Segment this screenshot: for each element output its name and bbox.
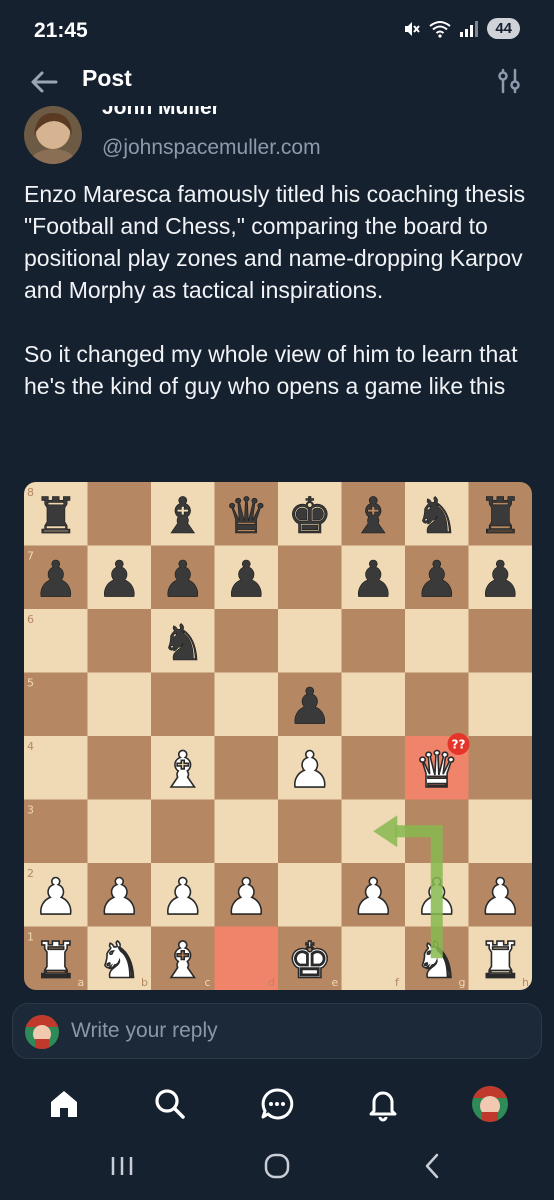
post-paragraph-2: So it changed my whole view of him to le… (24, 341, 518, 399)
status-bar: 21:45 44 (0, 0, 554, 60)
black-pawn-piece: ♟ (287, 677, 332, 735)
board-square-h4 (468, 736, 532, 800)
signal-icon (460, 20, 479, 37)
black-rook-piece: ♜ (33, 487, 78, 545)
bottom-tab-bar (0, 1072, 554, 1134)
black-knight-piece: ♞ (414, 487, 459, 545)
rank-label: 6 (27, 613, 34, 626)
status-icons: 44 (403, 18, 520, 39)
black-pawn-piece: ♟ (478, 550, 523, 608)
author-avatar[interactable] (24, 106, 82, 164)
board-square-h6 (468, 609, 532, 673)
author-handle[interactable]: @johnspacemuller.com (102, 136, 321, 160)
file-label: b (141, 976, 148, 989)
blunder-badge-text: ?? (452, 738, 466, 752)
board-square-e2 (278, 863, 342, 927)
black-bishop-piece: ♝ (351, 487, 396, 545)
status-time: 21:45 (34, 19, 88, 42)
board-square-d6 (214, 609, 278, 673)
black-bishop-piece: ♝ (160, 487, 205, 545)
reply-input[interactable]: Write your reply (12, 1003, 542, 1059)
author-name[interactable]: John Muller (102, 106, 220, 120)
user-avatar (25, 1015, 59, 1049)
white-bishop-piece: ♝ (160, 741, 205, 799)
board-square-b6 (87, 609, 151, 673)
arrow-left-icon[interactable] (26, 64, 62, 100)
white-pawn-piece: ♟ (287, 741, 332, 799)
white-bishop-piece: ♝ (160, 931, 205, 989)
board-square-e3 (278, 799, 342, 863)
board-square-g5 (405, 672, 469, 736)
file-label: d (268, 976, 275, 989)
chat-icon[interactable] (255, 1082, 299, 1126)
profile-avatar[interactable] (468, 1082, 512, 1126)
bell-icon[interactable] (361, 1082, 405, 1126)
sliders-icon[interactable] (494, 66, 524, 96)
post-paragraph-1: Enzo Maresca famously titled his coachin… (24, 181, 526, 303)
white-pawn-piece: ♟ (351, 868, 396, 926)
chess-board: 87654321a b c d e f g h♜ ♝ ♛ ♚ ♝ ♞ ♜♟ ♟ ♟ ♟ ♟ ♟ ♟♞♟♝ ♟ ♛♟ ♟ ♟ ♟ ♟… (24, 482, 532, 990)
page-title: Post (82, 65, 132, 91)
board-square-c5 (151, 672, 215, 736)
rank-label: 5 (27, 677, 34, 690)
white-pawn-piece: ♟ (224, 868, 269, 926)
post-header: Post (0, 60, 554, 106)
file-label: a (78, 976, 85, 989)
board-square-f4 (341, 736, 405, 800)
black-pawn-piece: ♟ (224, 550, 269, 608)
board-square-b8 (87, 482, 151, 546)
search-icon[interactable] (148, 1082, 192, 1126)
board-square-f5 (341, 672, 405, 736)
board-square-f6 (341, 609, 405, 673)
reply-placeholder: Write your reply (71, 1019, 218, 1042)
black-pawn-piece: ♟ (351, 550, 396, 608)
file-label: e (332, 976, 339, 989)
white-pawn-piece: ♟ (478, 868, 523, 926)
board-square-e7 (278, 545, 342, 609)
black-king-piece: ♚ (287, 487, 332, 545)
white-king-piece: ♚ (287, 931, 332, 989)
board-square-d4 (214, 736, 278, 800)
board-square-g6 (405, 609, 469, 673)
white-pawn-piece: ♟ (33, 868, 78, 926)
black-rook-piece: ♜ (478, 487, 523, 545)
home-circle-icon[interactable] (255, 1148, 299, 1184)
file-label: c (205, 976, 211, 989)
rank-label: 4 (27, 740, 34, 753)
board-square-d5 (214, 672, 278, 736)
post-author: John Muller @johnspacemuller.com (0, 106, 554, 172)
white-pawn-piece: ♟ (160, 868, 205, 926)
black-pawn-piece: ♟ (160, 550, 205, 608)
mute-icon (405, 21, 421, 36)
board-square-e6 (278, 609, 342, 673)
white-rook-piece: ♜ (478, 931, 523, 989)
black-pawn-piece: ♟ (97, 550, 142, 608)
file-label: g (459, 976, 466, 989)
black-queen-piece: ♛ (224, 487, 269, 545)
board-square-d3 (214, 799, 278, 863)
home-icon[interactable] (42, 1082, 86, 1126)
file-label: h (522, 976, 529, 989)
black-pawn-piece: ♟ (414, 550, 459, 608)
recents-icon[interactable] (100, 1148, 144, 1184)
wifi-icon (429, 20, 451, 38)
board-square-h5 (468, 672, 532, 736)
board-square-h3 (468, 799, 532, 863)
white-knight-piece: ♞ (97, 931, 142, 989)
chess-board-image[interactable]: 8 7 6 5 4 3 2 1 a b c d e f g h ♜ ♝ ♛ ♚ ♝ ♞ ♜ ♟ ♟ ♟ ♟ ♟ ♟ ♟ ♞ ♟ ♝ ♟ ♛ ♟ ♟ ♟ ♟ ♟… (24, 482, 532, 990)
post-body: Enzo Maresca famously titled his coachin… (24, 178, 534, 402)
white-rook-piece: ♜ (33, 931, 78, 989)
black-pawn-piece: ♟ (33, 550, 78, 608)
black-knight-piece: ♞ (160, 614, 205, 672)
board-square-b4 (87, 736, 151, 800)
battery-icon: 44 (487, 18, 520, 39)
system-navigation (0, 1134, 554, 1200)
white-pawn-piece: ♟ (97, 868, 142, 926)
rank-label: 3 (27, 804, 34, 817)
board-square-b5 (87, 672, 151, 736)
board-square-b3 (87, 799, 151, 863)
board-square-c3 (151, 799, 215, 863)
back-chevron-icon[interactable] (410, 1148, 454, 1184)
